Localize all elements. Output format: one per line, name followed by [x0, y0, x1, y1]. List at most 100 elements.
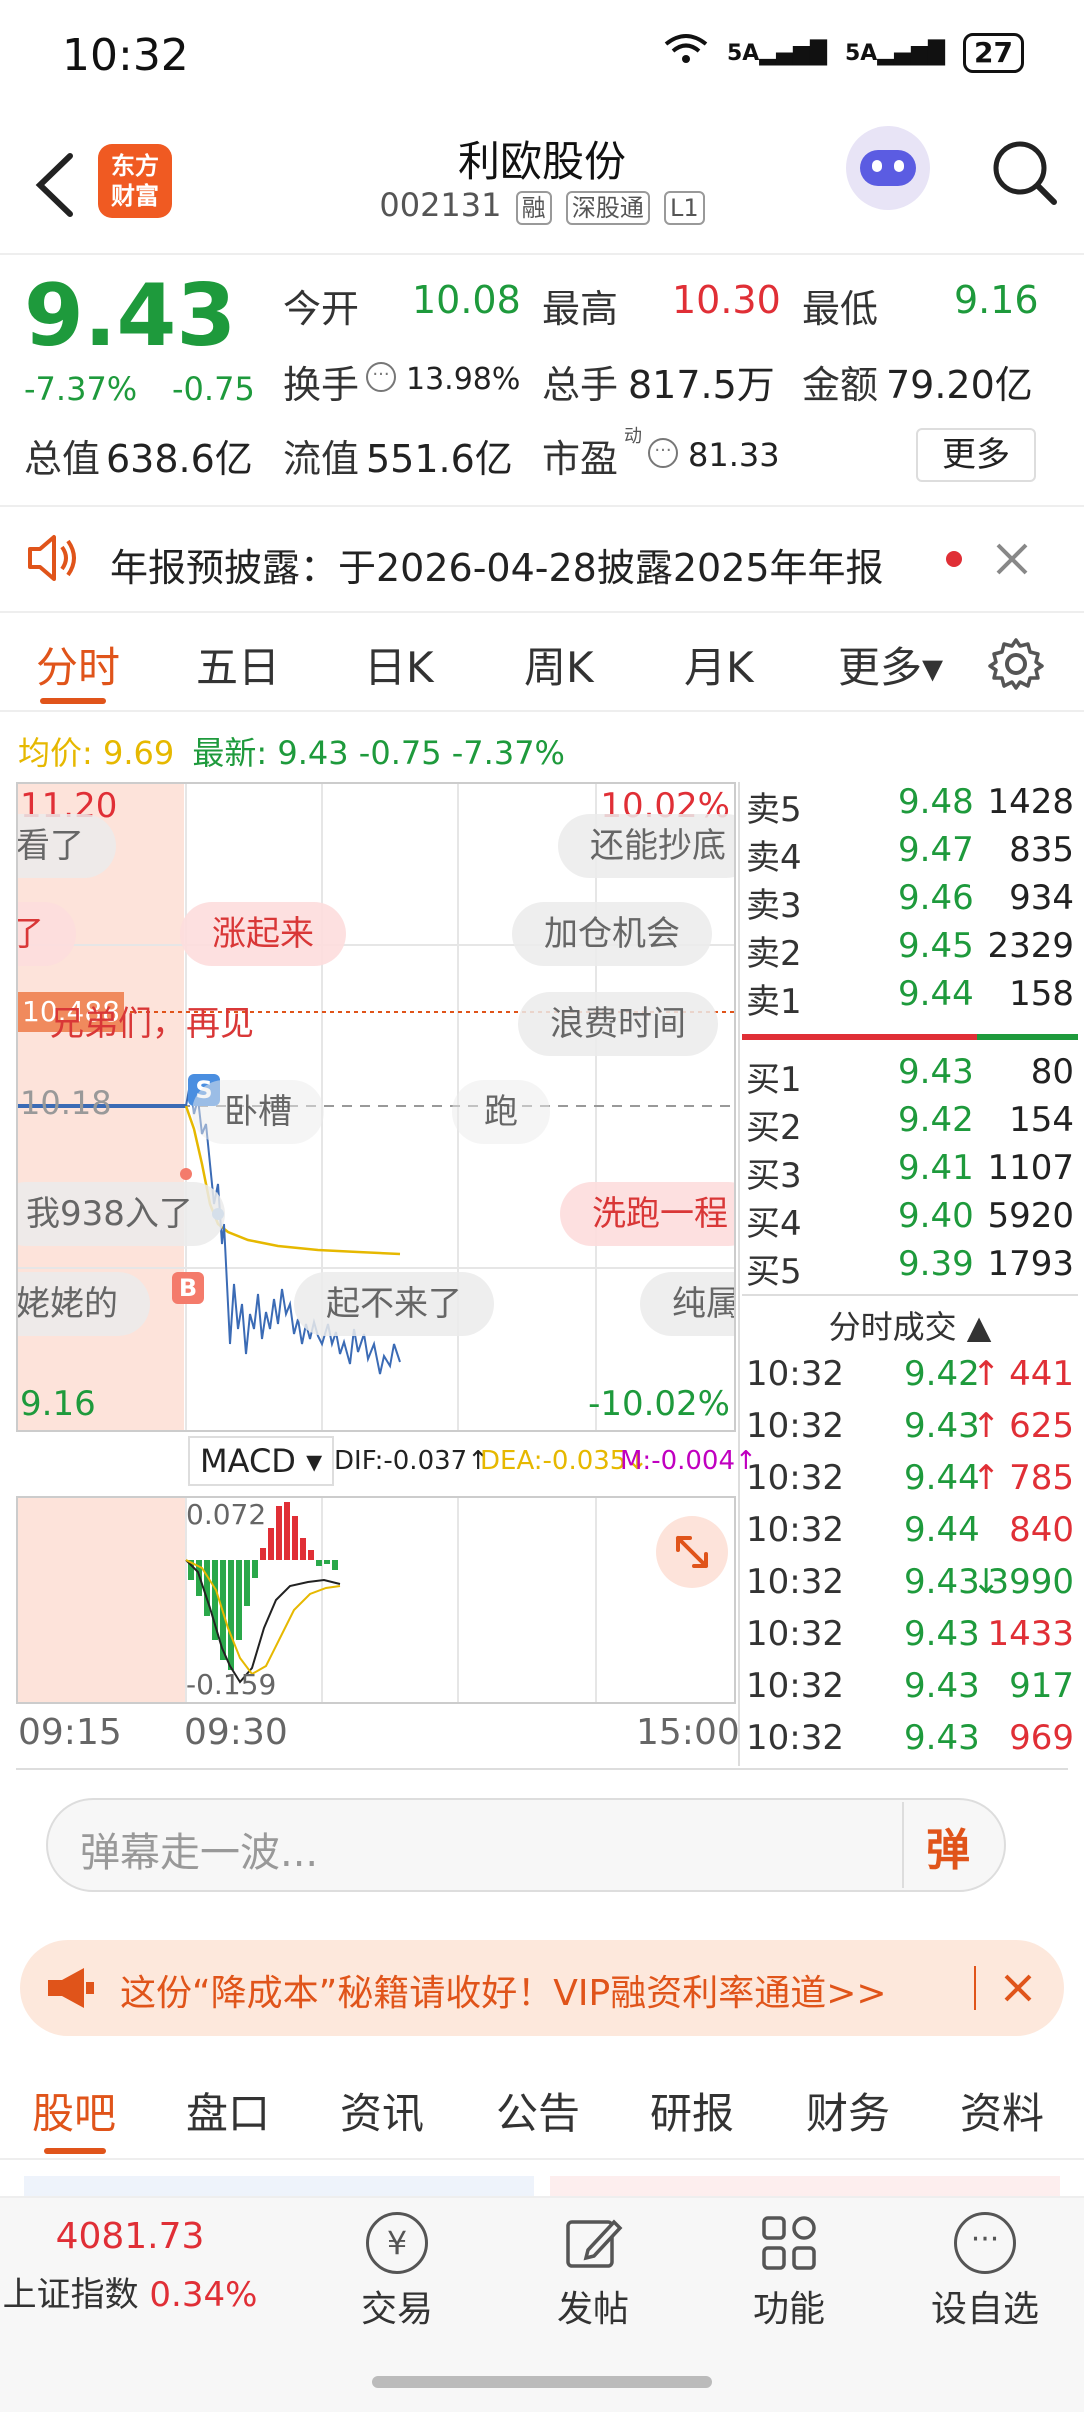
tab-research[interactable]: 研报	[650, 2080, 734, 2141]
promo-text: 这份“降成本”秘籍请收好！VIP融资利率通道>>	[120, 1973, 887, 2014]
post-button[interactable]: 发帖	[518, 2212, 668, 2332]
danmaku-item: 纯属	[640, 1272, 734, 1336]
danmaku-item: 了	[18, 902, 76, 966]
bid-row-5: 买5 9.39 1793	[746, 1244, 1074, 1292]
tab-forum[interactable]: 股吧	[32, 2080, 116, 2141]
intraday-chart[interactable]: 11.20 10.02% 9.16 -10.02% 10.18 10.488 S…	[16, 782, 736, 1432]
market-cap-label: 总值	[24, 437, 101, 481]
danmaku-item: 姥姥的	[18, 1272, 150, 1336]
index-widget[interactable]: 4081.73 上证指数 0.34%	[0, 2216, 260, 2316]
macd-dif: DIF:-0.037↑	[334, 1446, 489, 1476]
divider	[16, 1768, 1068, 1770]
tick-row: 10:32 9.44 840	[746, 1510, 1074, 1550]
gear-icon[interactable]	[988, 636, 1044, 692]
bottom-toolbar: 4081.73 上证指数 0.34% ¥ 交易 发帖 功能 ··· 设自选	[0, 2196, 1084, 2412]
macd-chart[interactable]: 0.072 -0.159	[16, 1496, 736, 1704]
ticks-title[interactable]: 分时成交 ▲	[742, 1302, 1078, 1348]
tab-intraday[interactable]: 分时	[36, 634, 120, 695]
trade-label: 交易	[360, 2289, 433, 2330]
avg-label: 均价:	[18, 734, 103, 772]
robot-assistant-icon[interactable]	[846, 126, 930, 210]
tab-financials[interactable]: 财务	[806, 2080, 890, 2141]
content-peek-left	[24, 2176, 534, 2196]
tab-daily-k[interactable]: 日K	[364, 634, 434, 695]
tag-connect: 深股通	[565, 191, 650, 225]
tab-announcements[interactable]: 公告	[496, 2080, 580, 2141]
signal-icon-2: 5A▂▄▆█	[845, 40, 946, 66]
wifi-icon	[663, 32, 709, 74]
latest-value: 9.43 -0.75 -7.37%	[277, 734, 565, 772]
trade-button[interactable]: ¥ 交易	[322, 2212, 472, 2332]
danmaku-item: 我938入了	[18, 1182, 225, 1246]
amount-value: 79.20亿	[886, 363, 1033, 407]
tab-handicap[interactable]: 盘口	[186, 2080, 270, 2141]
macd-indicator-bar: MACD ▾ DIF:-0.037↑ DEA:-0.035↓ M:-0.004↑	[16, 1436, 1084, 1496]
danmaku-item: 涨起来	[180, 902, 346, 966]
stock-code: 002131	[379, 186, 502, 224]
more-dots-icon: ···	[954, 2212, 1016, 2274]
index-change: 0.34%	[149, 2275, 258, 2315]
change-percent: -7.37%	[24, 370, 138, 408]
macd-selector[interactable]: MACD ▾	[188, 1436, 335, 1486]
more-quote-button[interactable]: 更多	[916, 428, 1036, 482]
macd-m: M:-0.004↑	[620, 1446, 757, 1476]
danmaku-send-button[interactable]: 弹	[926, 1814, 970, 1878]
divider	[902, 1802, 904, 1888]
tab-monthly-k[interactable]: 月K	[684, 634, 754, 695]
unread-dot	[946, 551, 962, 567]
search-icon	[993, 141, 1057, 205]
current-price: 9.43	[24, 266, 237, 366]
danmaku-placeholder: 弹幕走一波...	[80, 1830, 319, 1876]
danmaku-input[interactable]: 弹幕走一波... 弹	[46, 1798, 1006, 1892]
info-icon[interactable]: ···	[366, 362, 396, 392]
tick-row: 10:32 9.43 969	[746, 1718, 1074, 1758]
float-cap-label: 流值	[283, 437, 360, 481]
active-tab-indicator	[44, 2148, 106, 2154]
close-notice-icon[interactable]	[994, 541, 1030, 577]
time-axis-start: 09:15	[18, 1712, 122, 1753]
change-amount: -0.75	[172, 370, 255, 408]
danmaku-item: 洗跑一程	[560, 1182, 734, 1246]
status-bar: 10:32 5A▂▄▆█ 5A▂▄▆█ 27	[0, 0, 1084, 110]
tick-row: 10:32 9.43 1433	[746, 1614, 1074, 1654]
intraday-summary: 均价: 9.69 最新: 9.43 -0.75 -7.37%	[18, 728, 565, 774]
promo-banner[interactable]: 这份“降成本”秘籍请收好！VIP融资利率通道>>	[20, 1940, 1064, 2036]
high-value: 10.30	[672, 278, 781, 322]
tab-more[interactable]: 更多▾	[838, 634, 943, 695]
macd-axis-top: 0.072	[186, 1498, 267, 1531]
pe-dynamic-mark: 动	[624, 426, 642, 447]
bid-row-3: 买3 9.41 1107	[746, 1148, 1074, 1196]
tick-row: 10:32 9.43 917	[746, 1666, 1074, 1706]
tab-profile[interactable]: 资料	[960, 2080, 1044, 2141]
latest-label: 最新:	[192, 734, 278, 772]
pe-info-icon[interactable]: ···	[648, 438, 678, 468]
tab-five-day[interactable]: 五日	[196, 634, 280, 695]
notice-bar[interactable]: 年报预披露：于2026-04-28披露2025年年报	[0, 505, 1084, 613]
expand-button[interactable]	[656, 1516, 728, 1588]
volume-value: 817.5万	[628, 363, 775, 407]
volume-label: 总手	[542, 363, 619, 407]
close-promo-icon[interactable]	[1004, 1974, 1032, 2002]
index-name: 上证指数	[2, 2275, 139, 2315]
add-watchlist-button[interactable]: ··· 设自选	[910, 2212, 1060, 2332]
amount-label: 金额	[802, 363, 879, 407]
functions-button[interactable]: 功能	[714, 2212, 864, 2332]
grid-icon	[762, 2216, 816, 2270]
bid-row-1: 买1 9.43 80	[746, 1052, 1074, 1100]
tab-news[interactable]: 资讯	[340, 2080, 424, 2141]
index-value: 4081.73	[55, 2216, 205, 2257]
avg-value: 9.69	[102, 734, 175, 772]
tab-weekly-k[interactable]: 周K	[524, 634, 594, 695]
bid-row-4: 买4 9.40 5920	[746, 1196, 1074, 1244]
high-label: 最高	[542, 287, 619, 331]
low-label: 最低	[802, 287, 879, 331]
danmaku-item: 看了	[18, 814, 116, 878]
pe-value: 81.33	[688, 436, 780, 474]
chart-period-tabs: 分时 五日 日K 周K 月K 更多▾	[0, 612, 1084, 712]
search-button[interactable]	[990, 132, 1060, 212]
time-axis-end: 15:00	[636, 1712, 740, 1753]
low-value: 9.16	[954, 278, 1039, 322]
functions-label: 功能	[752, 2289, 825, 2330]
tick-row: 10:32 9.43 ↓ 3990	[746, 1562, 1074, 1602]
bid-row-2: 买2 9.42 154	[746, 1100, 1074, 1148]
